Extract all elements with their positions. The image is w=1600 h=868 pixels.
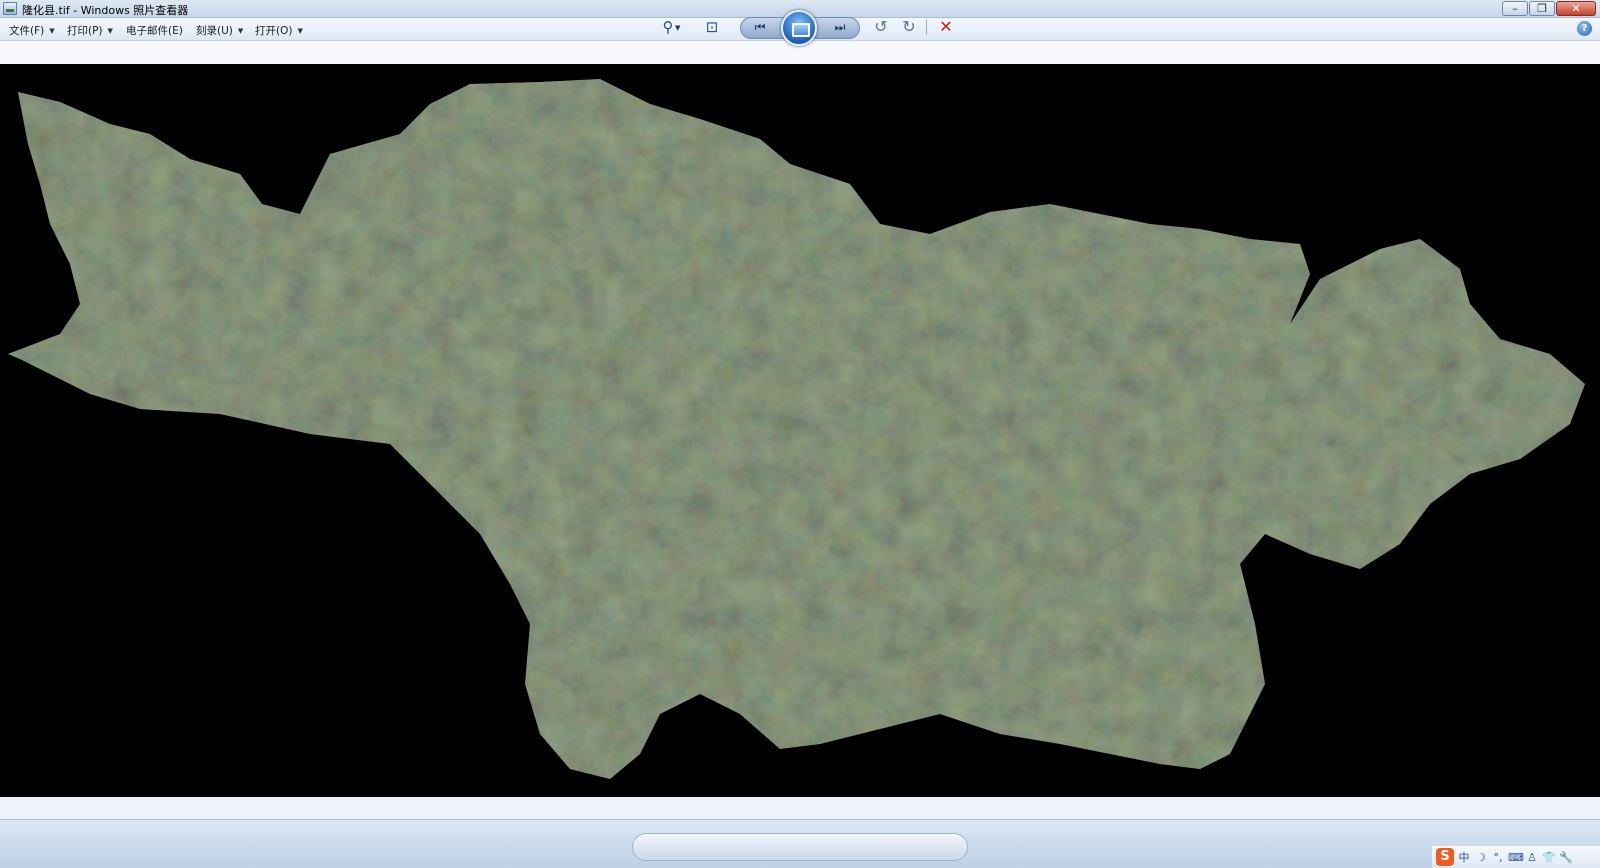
satellite-map-image — [0, 64, 1600, 797]
menu-file[interactable]: 文件(F) ▼ — [9, 23, 55, 38]
slideshow-button[interactable] — [781, 10, 817, 46]
menu-open[interactable]: 打开(O) ▼ — [255, 23, 303, 38]
chevron-down-icon: ▼ — [107, 27, 113, 35]
menu-print-label: 打印(P) — [67, 25, 103, 37]
menu-email[interactable]: 电子邮件(E) — [126, 23, 183, 38]
ime-toolbar: S 中 ☽ °, ⌨ ♙ 👕 🔧 — [1432, 846, 1600, 868]
bottom-toolbar — [0, 819, 1600, 868]
viewer-bottom-margin — [0, 797, 1600, 819]
window-controls: – ❐ ✕ — [1502, 1, 1596, 16]
control-bar — [632, 833, 968, 861]
close-button[interactable]: ✕ — [1556, 1, 1596, 16]
menu-open-label: 打开(O) — [255, 25, 293, 37]
delete-icon[interactable]: ✕ — [934, 17, 958, 37]
menu-burn-label: 刻录(U) — [196, 25, 233, 37]
minimize-button[interactable]: – — [1502, 1, 1528, 16]
help-icon[interactable]: ? — [1577, 21, 1592, 36]
rotate-left-icon[interactable]: ↺ — [869, 17, 893, 37]
ime-skin-icon[interactable]: 👕 — [1542, 851, 1556, 864]
window-title: 隆化县.tif - Windows 照片查看器 — [22, 4, 189, 17]
ime-user-icon[interactable]: ♙ — [1525, 851, 1539, 864]
close-icon: ✕ — [1571, 2, 1581, 15]
chevron-down-icon: ▼ — [49, 27, 55, 35]
ime-keyboard-icon[interactable]: ⌨ — [1508, 851, 1524, 864]
ime-tools-icon[interactable]: 🔧 — [1559, 851, 1573, 864]
previous-icon[interactable]: ⏮ — [748, 17, 772, 37]
photo-viewer-app-icon[interactable] — [3, 2, 17, 15]
menu-burn[interactable]: 刻录(U) ▼ — [196, 23, 243, 38]
rotate-right-icon[interactable]: ↻ — [897, 17, 921, 37]
image-viewport[interactable] — [0, 64, 1600, 797]
minimize-icon: – — [1512, 2, 1518, 15]
menu-print[interactable]: 打印(P) ▼ — [67, 23, 113, 38]
next-icon[interactable]: ⏭ — [828, 17, 852, 37]
restore-icon: ❐ — [1537, 2, 1547, 15]
menu-file-label: 文件(F) — [9, 25, 45, 37]
ime-half-width-icon[interactable]: ☽ — [1474, 851, 1488, 864]
chevron-down-icon: ▼ — [237, 27, 244, 35]
zoom-dropdown-icon[interactable]: ▼ — [675, 24, 680, 32]
sogou-ime-icon[interactable]: S — [1436, 848, 1454, 866]
ime-punctuation-icon[interactable]: °, — [1491, 851, 1505, 864]
actual-size-icon[interactable]: ⊡ — [700, 17, 724, 37]
menu-email-label: 电子邮件(E) — [126, 25, 183, 37]
chevron-down-icon: ▼ — [297, 27, 303, 35]
toolbar-separator — [926, 19, 927, 35]
restore-button[interactable]: ❐ — [1529, 1, 1555, 16]
ime-chinese-mode-icon[interactable]: 中 — [1457, 849, 1471, 865]
